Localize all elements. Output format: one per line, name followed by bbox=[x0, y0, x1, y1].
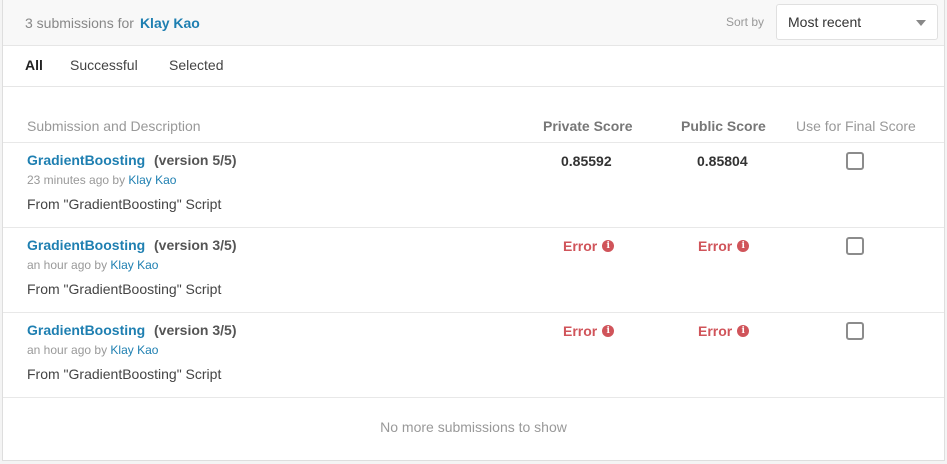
submission-version: (version 5/5) bbox=[154, 152, 237, 168]
submissions-panel: 3 submissions for Klay Kao Sort by Most … bbox=[2, 0, 945, 461]
submission-meta: an hour ago by Klay Kao bbox=[27, 258, 158, 272]
submission-description: From "GradientBoosting" Script bbox=[27, 196, 222, 212]
submission-name-link[interactable]: GradientBoosting bbox=[27, 322, 145, 338]
use-final-checkbox[interactable] bbox=[846, 322, 864, 340]
table-row: GradientBoosting (version 5/5) 23 minute… bbox=[3, 142, 944, 227]
author-link[interactable]: Klay Kao bbox=[128, 173, 176, 187]
public-score: Error bbox=[698, 323, 733, 339]
use-final-checkbox[interactable] bbox=[846, 237, 864, 255]
tab-all[interactable]: All bbox=[25, 57, 43, 73]
public-score-error: Error i bbox=[698, 238, 750, 254]
private-score: Error bbox=[563, 238, 598, 254]
sort-label: Sort by bbox=[726, 15, 765, 29]
end-of-list-message: No more submissions to show bbox=[380, 419, 567, 435]
author-link[interactable]: Klay Kao bbox=[110, 343, 158, 357]
column-header-private-score: Private Score bbox=[543, 118, 633, 134]
public-score-error: Error i bbox=[698, 323, 750, 339]
sort-dropdown[interactable]: Most recent bbox=[776, 4, 938, 40]
info-icon[interactable]: i bbox=[602, 240, 615, 252]
submission-meta: an hour ago by Klay Kao bbox=[27, 343, 158, 357]
public-score: Error bbox=[698, 238, 733, 254]
submission-meta: 23 minutes ago by Klay Kao bbox=[27, 173, 176, 187]
table-row: GradientBoosting (version 3/5) an hour a… bbox=[3, 312, 944, 397]
tab-successful[interactable]: Successful bbox=[70, 57, 138, 73]
submission-name-link[interactable]: GradientBoosting bbox=[27, 152, 145, 168]
submission-time: an hour ago by bbox=[27, 258, 108, 272]
sort-value: Most recent bbox=[788, 14, 862, 30]
use-final-checkbox[interactable] bbox=[846, 152, 864, 170]
submission-version: (version 3/5) bbox=[154, 237, 237, 253]
info-icon[interactable]: i bbox=[602, 325, 615, 337]
chevron-down-icon bbox=[916, 20, 926, 26]
author-link[interactable]: Klay Kao bbox=[110, 258, 158, 272]
table-row: GradientBoosting (version 3/5) an hour a… bbox=[3, 227, 944, 312]
submission-count: 3 submissions for bbox=[25, 14, 134, 31]
info-icon[interactable]: i bbox=[737, 240, 750, 252]
filter-tabs: All Successful Selected bbox=[3, 46, 944, 87]
private-score-error: Error i bbox=[563, 238, 615, 254]
private-score-error: Error i bbox=[563, 323, 615, 339]
column-header-description: Submission and Description bbox=[27, 118, 201, 134]
submission-time: 23 minutes ago by bbox=[27, 173, 126, 187]
tab-selected[interactable]: Selected bbox=[169, 57, 223, 73]
private-score: 0.85592 bbox=[561, 153, 612, 169]
info-icon[interactable]: i bbox=[737, 325, 750, 337]
user-link[interactable]: Klay Kao bbox=[140, 15, 200, 31]
submissions-header: 3 submissions for Klay Kao Sort by Most … bbox=[3, 0, 944, 46]
column-header-public-score: Public Score bbox=[681, 118, 766, 134]
public-score: 0.85804 bbox=[697, 153, 748, 169]
private-score: Error bbox=[563, 323, 598, 339]
submission-time: an hour ago by bbox=[27, 343, 108, 357]
submission-description: From "GradientBoosting" Script bbox=[27, 281, 222, 297]
column-header-use-final: Use for Final Score bbox=[796, 118, 916, 134]
submission-version: (version 3/5) bbox=[154, 322, 237, 338]
submission-name-link[interactable]: GradientBoosting bbox=[27, 237, 145, 253]
submission-description: From "GradientBoosting" Script bbox=[27, 366, 222, 382]
